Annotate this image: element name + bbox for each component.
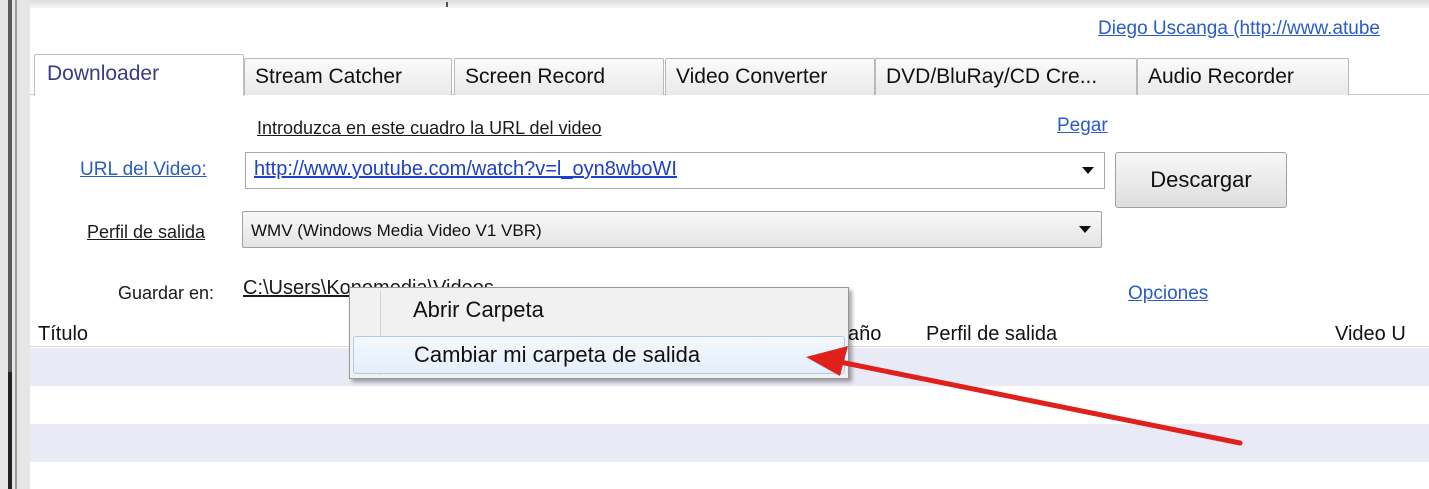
column-size[interactable]: año <box>848 323 881 346</box>
tab-audio-recorder[interactable]: Audio Recorder <box>1137 58 1349 95</box>
options-link[interactable]: Opciones <box>1128 283 1208 305</box>
url-value: http://www.youtube.com/watch?v=l_oyn8wbo… <box>254 158 677 180</box>
tab-stream-catcher[interactable]: Stream Catcher <box>244 58 452 95</box>
table-row[interactable] <box>30 424 1429 462</box>
output-profile-value: WMV (Windows Media Video V1 VBR) <box>251 221 542 240</box>
tab-screen-record[interactable]: Screen Record <box>454 58 664 95</box>
url-input[interactable]: http://www.youtube.com/watch?v=l_oyn8wbo… <box>245 152 1105 189</box>
menu-item-open-folder[interactable]: Abrir Carpeta <box>353 292 845 330</box>
chevron-down-icon[interactable] <box>1082 167 1094 174</box>
table-row[interactable] <box>30 386 1429 424</box>
save-to-label: Guardar en: <box>118 283 215 303</box>
url-hint: Introduzca en este cuadro la URL del vid… <box>257 118 602 138</box>
author-link[interactable]: Diego Uscanga (http://www.atube <box>1098 18 1380 40</box>
menu-item-change-output-folder[interactable]: Cambiar mi carpeta de salida <box>353 336 845 374</box>
column-title[interactable]: Título <box>38 323 88 346</box>
context-menu: Abrir Carpeta Cambiar mi carpeta de sali… <box>349 287 849 379</box>
download-button[interactable]: Descargar <box>1115 152 1287 208</box>
column-output-profile[interactable]: Perfil de salida <box>926 323 1057 346</box>
chevron-down-icon[interactable] <box>1079 226 1091 233</box>
tab-dvd-bluray-cd[interactable]: DVD/BluRay/CD Cre... <box>875 58 1137 95</box>
app-window: Diego Uscanga (http://www.atube Download… <box>30 0 1429 489</box>
tab-downloader[interactable]: Downloader <box>34 54 244 96</box>
tab-video-converter[interactable]: Video Converter <box>665 58 875 95</box>
output-profile-label[interactable]: Perfil de salida <box>87 222 205 243</box>
tab-control: Downloader Stream Catcher Screen Record … <box>30 46 1429 489</box>
column-video-url[interactable]: Video U <box>1335 323 1406 346</box>
url-label[interactable]: URL del Video: <box>80 159 207 181</box>
left-window-edge <box>0 0 30 489</box>
title-strip <box>30 0 1429 8</box>
paste-link[interactable]: Pegar <box>1057 115 1108 137</box>
output-profile-select[interactable]: WMV (Windows Media Video V1 VBR) <box>242 211 1102 248</box>
